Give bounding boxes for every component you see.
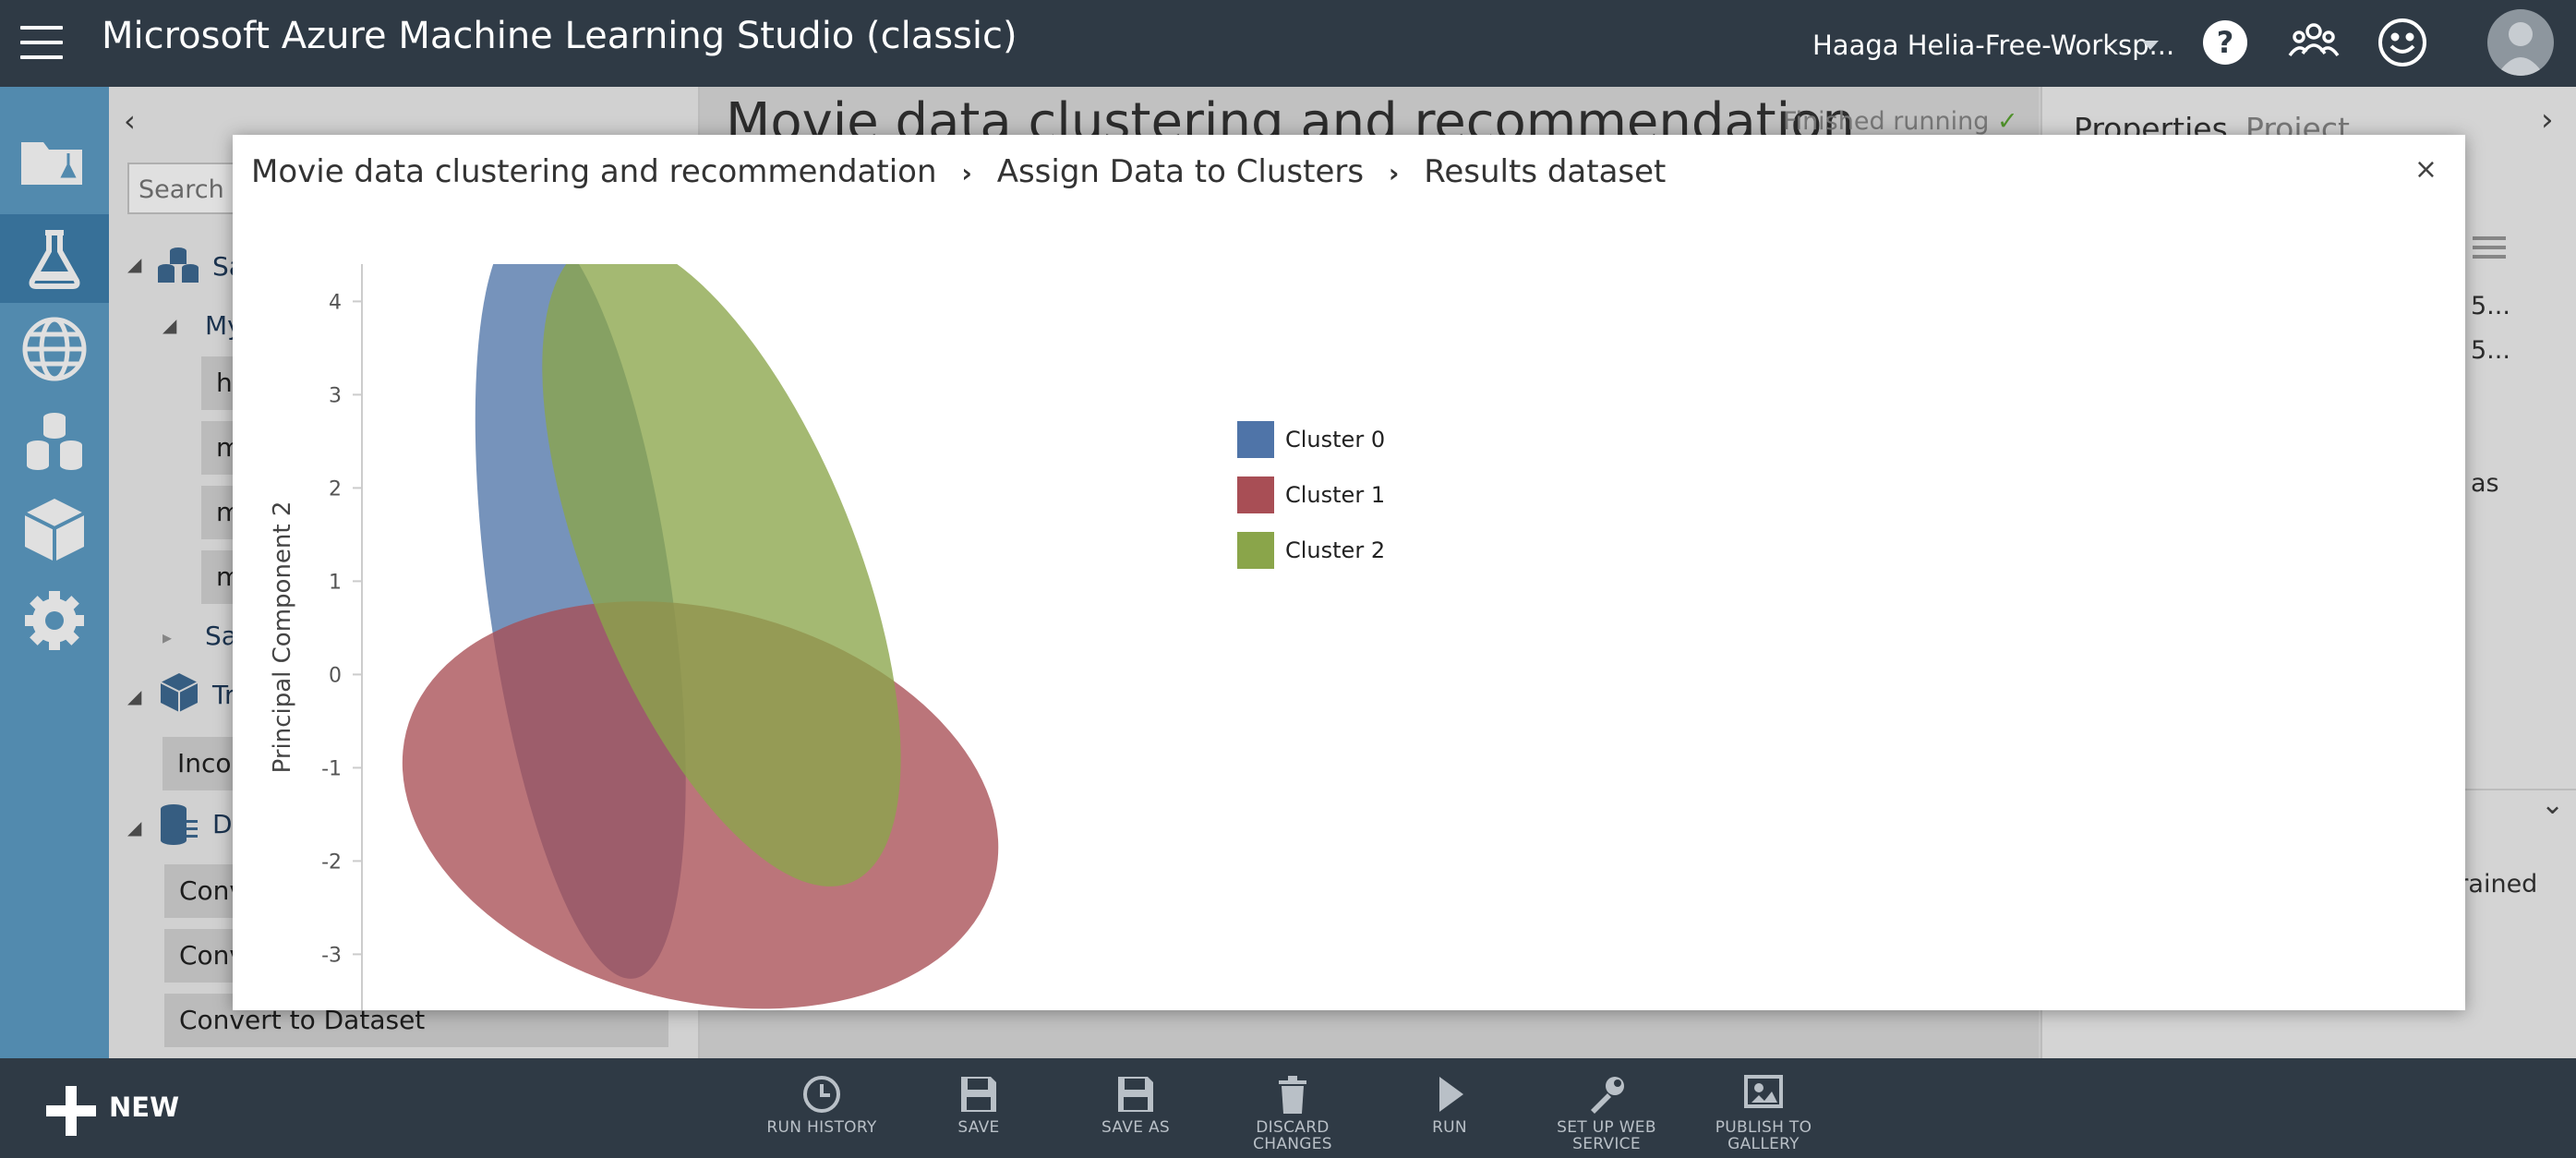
discard-changes-button[interactable]: DISCARD CHANGES bbox=[1219, 1073, 1366, 1152]
top-bar: Microsoft Azure Machine Learning Studio … bbox=[0, 0, 2576, 87]
community-icon[interactable] bbox=[2286, 15, 2341, 70]
discard-changes-label: DISCARD CHANGES bbox=[1253, 1118, 1332, 1153]
visualization-dialog: Movie data clustering and recommendation… bbox=[233, 135, 2465, 1010]
y-tick-label: 1 bbox=[329, 571, 342, 594]
web-service-icon bbox=[1591, 1077, 1624, 1114]
save-button[interactable]: SAVE bbox=[905, 1073, 1053, 1136]
svg-text:?: ? bbox=[2217, 25, 2234, 60]
close-icon[interactable]: × bbox=[2414, 153, 2438, 186]
y-tick-label: 0 bbox=[329, 664, 342, 687]
breadcrumb-experiment[interactable]: Movie data clustering and recommendation bbox=[251, 153, 937, 190]
legend-swatch bbox=[1237, 532, 1274, 569]
run-label: RUN bbox=[1432, 1118, 1467, 1137]
user-avatar-icon[interactable] bbox=[2487, 9, 2554, 76]
breadcrumb: Movie data clustering and recommendation… bbox=[251, 153, 1666, 190]
feedback-smiley-icon[interactable] bbox=[2375, 15, 2430, 70]
y-tick-label: -1 bbox=[321, 757, 342, 780]
save-as-label: SAVE AS bbox=[1101, 1118, 1170, 1137]
plus-icon bbox=[46, 1086, 96, 1136]
run-history-button[interactable]: RUN HISTORY bbox=[748, 1073, 896, 1136]
legend-label: Cluster 0 bbox=[1285, 427, 1386, 452]
y-tick-label: -2 bbox=[321, 850, 342, 874]
set-up-web-service-label: SET UP WEB SERVICE bbox=[1557, 1118, 1656, 1153]
play-icon bbox=[1439, 1077, 1463, 1112]
publish-to-gallery-button[interactable]: PUBLISH TO GALLERY bbox=[1690, 1073, 1837, 1152]
y-axis-label: Principal Component 2 bbox=[269, 501, 296, 774]
legend-swatch bbox=[1237, 476, 1274, 513]
run-button[interactable]: RUN bbox=[1376, 1073, 1523, 1136]
chevron-down-icon[interactable] bbox=[2142, 41, 2159, 50]
trash-icon bbox=[1279, 1076, 1306, 1114]
app-title: Microsoft Azure Machine Learning Studio … bbox=[102, 15, 1017, 57]
run-history-label: RUN HISTORY bbox=[766, 1118, 877, 1137]
save-icon bbox=[961, 1077, 996, 1112]
legend-label: Cluster 2 bbox=[1285, 537, 1386, 563]
history-icon bbox=[803, 1076, 840, 1113]
set-up-web-service-button[interactable]: SET UP WEB SERVICE bbox=[1533, 1073, 1680, 1152]
y-tick-label: -3 bbox=[321, 944, 342, 967]
save-as-icon bbox=[1118, 1077, 1153, 1112]
gallery-icon bbox=[1744, 1075, 1783, 1108]
legend-swatch bbox=[1237, 421, 1274, 458]
y-tick-label: 3 bbox=[329, 384, 342, 407]
y-tick-label: 4 bbox=[329, 291, 342, 314]
cluster-ellipses bbox=[402, 264, 999, 1009]
breadcrumb-separator-icon: › bbox=[961, 158, 972, 188]
workspace-selector[interactable]: Haaga Helia-Free-Worksp... bbox=[1812, 30, 2174, 61]
legend-label: Cluster 1 bbox=[1285, 482, 1386, 508]
publish-to-gallery-label: PUBLISH TO GALLERY bbox=[1715, 1118, 1812, 1153]
y-tick-label: 2 bbox=[329, 477, 342, 501]
breadcrumb-separator-icon: › bbox=[1388, 158, 1400, 188]
hamburger-menu-icon[interactable] bbox=[20, 26, 63, 59]
cluster-chart: 4 3 2 1 0 -1 -2 -3 Principal Component 2 bbox=[269, 264, 999, 1010]
save-as-button[interactable]: SAVE AS bbox=[1062, 1073, 1210, 1136]
breadcrumb-output: Results dataset bbox=[1424, 153, 1667, 190]
help-icon[interactable]: ? bbox=[2197, 15, 2253, 70]
bottom-toolbar: NEW RUN HISTORY SAVE SAVE AS DISCARD CHA… bbox=[0, 1058, 2576, 1158]
new-button-label: NEW bbox=[109, 1092, 180, 1123]
save-label: SAVE bbox=[957, 1118, 1000, 1137]
breadcrumb-module[interactable]: Assign Data to Clusters bbox=[997, 153, 1364, 190]
